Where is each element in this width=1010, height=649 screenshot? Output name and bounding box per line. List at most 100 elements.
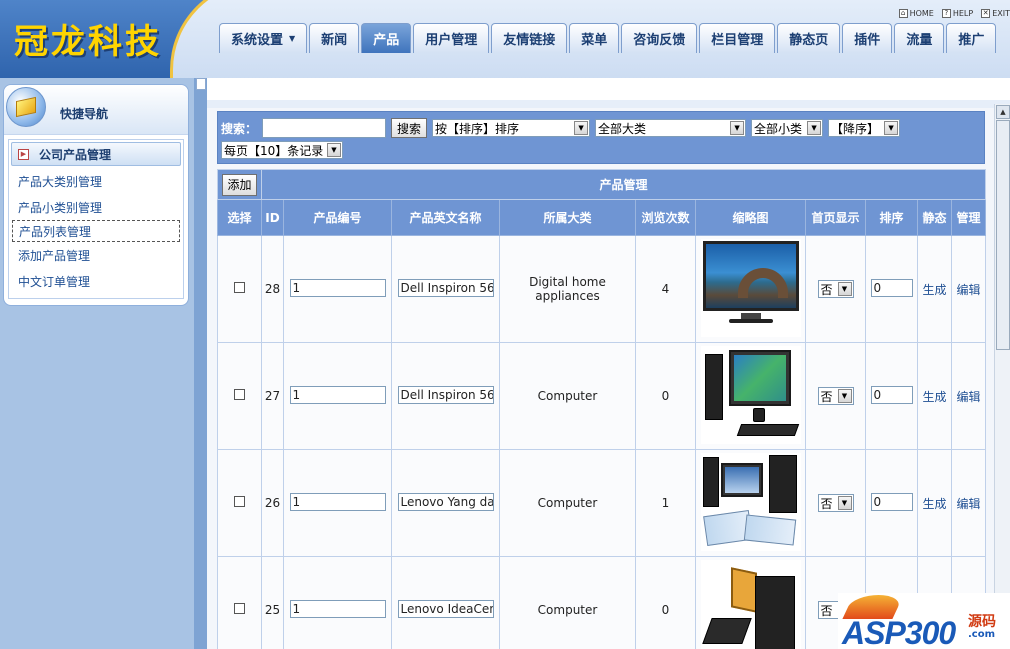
home-display-select[interactable]: 否▼ (817, 280, 854, 298)
tab-feedback[interactable]: 咨询反馈 (621, 23, 698, 53)
row-category: Digital home appliances (499, 235, 636, 343)
col-select: 选择 (217, 199, 262, 236)
sort-input[interactable]: 0 (870, 278, 913, 297)
chevron-down-icon: ▼ (574, 121, 589, 135)
product-table-wrap: 添加 产品管理 选择 ID 产品编号 产品英文名称 所属大类 浏览次数 缩略图 … (217, 169, 987, 649)
row-checkbox[interactable] (234, 282, 245, 293)
collapse-sidebar-button[interactable] (196, 78, 206, 90)
exit-icon: ✕ (981, 9, 991, 18)
product-table: 添加 产品管理 选择 ID 产品编号 产品英文名称 所属大类 浏览次数 缩略图 … (217, 169, 987, 649)
search-label: 搜索： (221, 121, 258, 136)
generate-static-link[interactable]: 生成 (922, 283, 946, 297)
chevron-down-icon: ▼ (730, 121, 745, 135)
product-name-input[interactable]: Lenovo IdeaCentre (397, 599, 494, 618)
scroll-thumb[interactable] (996, 120, 1010, 350)
col-id: ID (261, 199, 284, 236)
tab-products[interactable]: 产品 (361, 23, 412, 53)
tab-user-management[interactable]: 用户管理 (413, 23, 490, 53)
sidebar-item-product-list[interactable]: 产品列表管理 (12, 220, 180, 242)
tab-menu[interactable]: 菜单 (569, 23, 620, 53)
main-top-strip (207, 78, 1010, 100)
tab-plugins[interactable]: 插件 (842, 23, 893, 53)
col-code: 产品编号 (283, 199, 392, 236)
subcategory-select[interactable]: 全部小类 ▼ (751, 119, 824, 137)
sidebar-group-products[interactable]: ▶ 公司产品管理 (11, 142, 181, 166)
product-code-input[interactable]: 1 (289, 278, 386, 297)
row-category: Computer (499, 342, 636, 450)
product-thumbnail[interactable] (700, 345, 801, 444)
exit-link[interactable]: ✕ EXIT (981, 9, 1010, 18)
row-views: 1 (635, 449, 696, 557)
search-input[interactable] (262, 118, 387, 138)
sidebar: 快捷导航 ▶ 公司产品管理 产品大类别管理 产品小类别管理 产品列表管理 添加产… (3, 84, 189, 306)
home-link[interactable]: ⌂ HOME (898, 9, 934, 18)
sidebar-item-category-management[interactable]: 产品大类别管理 (9, 168, 183, 194)
tab-system-settings[interactable]: 系统设置 ▼ (219, 23, 308, 53)
home-display-select[interactable]: 否▼ (817, 387, 854, 405)
product-thumbnail[interactable] (700, 238, 801, 337)
per-page-select[interactable]: 每页【10】条记录 ▼ (221, 141, 343, 159)
help-link[interactable]: ? HELP (941, 9, 973, 18)
tab-news[interactable]: 新闻 (309, 23, 360, 53)
table-row: 27 1 Dell Inspiron 560s Computer 0 否▼ 0 … (217, 342, 987, 450)
product-name-input[interactable]: Dell Inspiron 560s (397, 385, 494, 404)
category-select[interactable]: 全部大类 ▼ (595, 119, 747, 137)
sidebar-item-chinese-orders[interactable]: 中文订单管理 (9, 268, 183, 294)
order-select[interactable]: 【降序】 ▼ (828, 119, 901, 137)
col-manage: 管理 (950, 199, 987, 236)
product-code-input[interactable]: 1 (289, 385, 386, 404)
chevron-down-icon: ▼ (837, 389, 852, 403)
row-category: Computer (499, 449, 636, 557)
product-code-input[interactable]: 1 (289, 599, 386, 618)
top-links: ⌂ HOME ? HELP ✕ EXIT (898, 9, 1010, 18)
row-category: Computer (499, 556, 636, 649)
watermark-logo: ASP300 源码 .com (838, 593, 1010, 649)
chevron-down-icon: ▼ (807, 121, 822, 135)
row-checkbox[interactable] (234, 496, 245, 507)
sort-by-select[interactable]: 按【排序】排序 ▼ (432, 119, 591, 137)
sidebar-header: 快捷导航 (4, 85, 188, 135)
col-sort: 排序 (865, 199, 918, 236)
tab-column-management[interactable]: 栏目管理 (699, 23, 776, 53)
sort-input[interactable]: 0 (870, 385, 913, 404)
tab-static-pages[interactable]: 静态页 (777, 23, 841, 53)
row-checkbox[interactable] (234, 603, 245, 614)
search-button[interactable]: 搜索 (391, 118, 428, 138)
help-icon: ? (941, 9, 951, 18)
search-row: 搜索： 搜索 按【排序】排序 ▼ 全部大类 ▼ 全部小类 ▼ 【降序】 ▼ (221, 118, 901, 138)
chevron-down-icon: ▼ (884, 121, 899, 135)
add-button[interactable]: 添加 (222, 173, 257, 196)
scroll-up-icon[interactable]: ▲ (996, 105, 1010, 119)
edit-link[interactable]: 编辑 (957, 390, 981, 404)
col-english-name: 产品英文名称 (391, 199, 500, 236)
edit-link[interactable]: 编辑 (957, 497, 981, 511)
table-row: 26 1 Lenovo Yang day Computer 1 否▼ 0 生成 (217, 449, 987, 557)
home-display-select[interactable]: 否▼ (817, 494, 854, 512)
product-thumbnail[interactable] (700, 559, 801, 649)
row-id: 26 (261, 449, 284, 557)
product-code-input[interactable]: 1 (289, 492, 386, 511)
row-id: 27 (261, 342, 284, 450)
frame-splitter[interactable] (194, 78, 207, 649)
sidebar-item-add-product[interactable]: 添加产品管理 (9, 242, 183, 268)
row-views: 4 (635, 235, 696, 343)
sidebar-item-subcategory-management[interactable]: 产品小类别管理 (9, 194, 183, 220)
chevron-down-icon: ▼ (289, 34, 296, 43)
product-name-input[interactable]: Dell Inspiron 560s (397, 278, 494, 297)
vertical-scrollbar[interactable]: ▲ (994, 104, 1010, 649)
tab-promotion[interactable]: 推广 (946, 23, 997, 53)
product-thumbnail[interactable] (700, 452, 801, 551)
row-views: 0 (635, 556, 696, 649)
row-checkbox[interactable] (234, 389, 245, 400)
generate-static-link[interactable]: 生成 (922, 390, 946, 404)
tab-friend-links[interactable]: 友情链接 (491, 23, 568, 53)
table-row: 28 1 Dell Inspiron 560s Digital home app… (217, 235, 987, 343)
generate-static-link[interactable]: 生成 (922, 497, 946, 511)
table-title: 产品管理 (260, 169, 987, 200)
row-id: 25 (261, 556, 284, 649)
main-header-bar (207, 100, 1010, 108)
sort-input[interactable]: 0 (870, 492, 913, 511)
tab-traffic[interactable]: 流量 (894, 23, 945, 53)
product-name-input[interactable]: Lenovo Yang day (397, 492, 494, 511)
edit-link[interactable]: 编辑 (957, 283, 981, 297)
